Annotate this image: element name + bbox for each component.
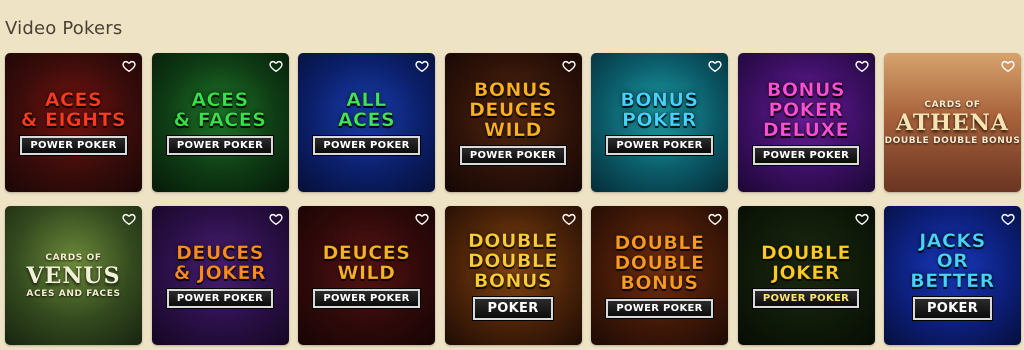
game-logo: ACES & EIGHTS POWER POKER <box>5 53 142 192</box>
game-badge: POWER POKER <box>313 136 420 155</box>
game-logo: CARDS OF ATHENA DOUBLE DOUBLE BONUS <box>884 53 1021 192</box>
favorite-heart-icon[interactable] <box>854 59 869 73</box>
favorite-heart-icon[interactable] <box>268 59 283 73</box>
game-tile[interactable]: DEUCES & JOKER POWER POKER <box>151 206 289 345</box>
game-logo: ACES & FACES POWER POKER <box>152 53 289 192</box>
game-title: ALL ACES <box>337 89 396 131</box>
game-logo: DOUBLE JOKER POWER POKER <box>738 206 875 345</box>
favorite-heart-icon[interactable] <box>708 59 722 73</box>
game-tile[interactable]: CARDS OF ATHENA DOUBLE DOUBLE BONUS <box>884 53 1021 192</box>
game-tile[interactable]: ACES & FACES POWER POKER <box>151 53 289 192</box>
game-logo: DEUCES & JOKER POWER POKER <box>152 206 289 345</box>
favorite-heart-icon[interactable] <box>854 212 869 226</box>
game-subtitle: DOUBLE DOUBLE BONUS <box>884 135 1021 146</box>
favorite-heart-icon[interactable] <box>561 59 576 73</box>
section-title: Video Pokers <box>5 18 123 39</box>
game-logo: BONUS DEUCES WILD POWER POKER <box>445 53 582 192</box>
game-title: BONUS DEUCES WILD <box>469 79 557 141</box>
favorite-heart-icon[interactable] <box>122 59 136 73</box>
favorite-heart-icon[interactable] <box>708 212 722 226</box>
game-title: BONUS POKER <box>620 89 699 131</box>
game-logo: ALL ACES POWER POKER <box>298 53 435 192</box>
favorite-heart-icon[interactable] <box>1001 212 1015 226</box>
game-logo: BONUS POKER DELUXE POWER POKER <box>738 53 875 192</box>
favorite-heart-icon[interactable] <box>415 212 429 226</box>
game-logo: DOUBLE DOUBLE BONUS POWER POKER <box>591 206 728 345</box>
games-grid: ACES & EIGHTS POWER POKER ACES & FACES POWE… <box>5 53 1021 345</box>
game-badge: POWER POKER <box>606 136 713 155</box>
game-title: DEUCES & JOKER <box>173 242 267 284</box>
favorite-heart-icon[interactable] <box>122 212 136 226</box>
game-title: ACES & FACES <box>173 89 267 131</box>
game-badge: POKER <box>473 297 553 320</box>
game-tile[interactable]: DOUBLE DOUBLE BONUS POWER POKER <box>591 206 728 345</box>
game-title: DOUBLE DOUBLE BONUS <box>614 232 705 294</box>
game-title: BONUS POKER DELUXE <box>762 79 850 141</box>
game-title-prefix: CARDS OF <box>45 252 102 263</box>
game-title-prefix: CARDS OF <box>924 99 981 110</box>
game-badge: POWER POKER <box>313 289 420 308</box>
game-badge: POWER POKER <box>752 146 860 165</box>
game-title: ACES & EIGHTS <box>20 89 127 131</box>
favorite-heart-icon[interactable] <box>1001 59 1015 73</box>
game-title: DOUBLE DOUBLE BONUS <box>468 230 558 292</box>
favorite-heart-icon[interactable] <box>268 212 283 226</box>
game-logo: CARDS OF VENUS ACES AND FACES <box>5 206 142 345</box>
game-logo: BONUS POKER POWER POKER <box>591 53 728 192</box>
game-tile[interactable]: ACES & EIGHTS POWER POKER <box>5 53 142 192</box>
game-badge: POWER POKER <box>166 136 274 155</box>
game-badge: POWER POKER <box>166 289 274 308</box>
game-title: DEUCES WILD <box>322 242 411 284</box>
game-tile[interactable]: DEUCES WILD POWER POKER <box>298 206 435 345</box>
game-tile[interactable]: BONUS POKER DELUXE POWER POKER <box>737 53 875 192</box>
game-tile[interactable]: ALL ACES POWER POKER <box>298 53 435 192</box>
game-tile[interactable]: JACKS OR BETTER POKER <box>884 206 1021 345</box>
game-tile[interactable]: DOUBLE DOUBLE BONUS POKER <box>444 206 582 345</box>
game-title: DOUBLE JOKER <box>761 242 851 284</box>
favorite-heart-icon[interactable] <box>561 212 576 226</box>
game-logo: DEUCES WILD POWER POKER <box>298 206 435 345</box>
game-tile[interactable]: DOUBLE JOKER POWER POKER <box>737 206 875 345</box>
game-badge: POWER POKER <box>606 299 713 318</box>
game-logo: DOUBLE DOUBLE BONUS POKER <box>445 206 582 345</box>
game-logo: JACKS OR BETTER POKER <box>884 206 1021 345</box>
game-subtitle: ACES AND FACES <box>26 288 121 299</box>
game-tile[interactable]: BONUS DEUCES WILD POWER POKER <box>444 53 582 192</box>
game-title: ATHENA <box>896 109 1009 136</box>
game-badge: POWER POKER <box>459 146 567 165</box>
game-tile[interactable]: CARDS OF VENUS ACES AND FACES <box>5 206 142 345</box>
favorite-heart-icon[interactable] <box>415 59 429 73</box>
game-tile[interactable]: BONUS POKER POWER POKER <box>591 53 728 192</box>
game-title: VENUS <box>26 262 121 289</box>
game-badge: POKER <box>912 297 993 320</box>
game-badge: POWER POKER <box>752 289 860 308</box>
game-badge: POWER POKER <box>20 136 127 155</box>
game-title: JACKS OR BETTER <box>910 230 995 292</box>
